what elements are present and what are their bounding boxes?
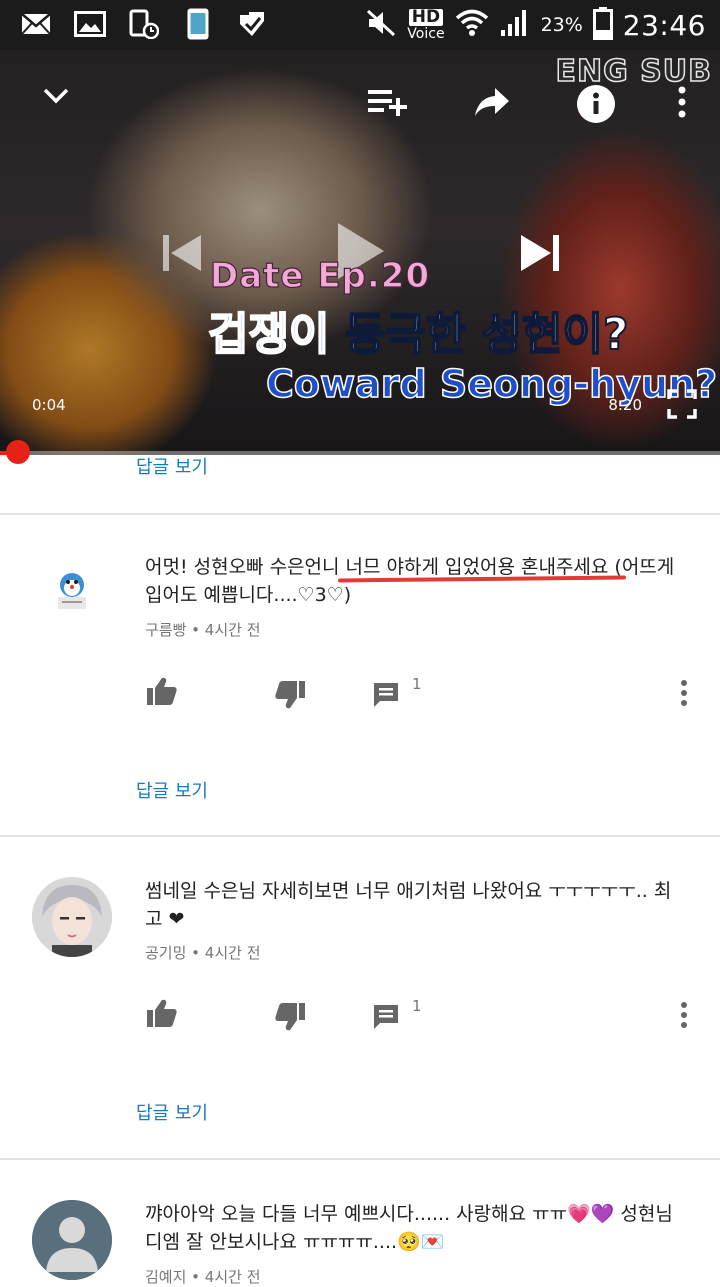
check-app-icon	[236, 8, 268, 40]
info-icon[interactable]	[574, 82, 618, 126]
progress-bar[interactable]	[0, 451, 720, 455]
duration: 8:20	[608, 396, 642, 414]
battery-percent: 23%	[540, 14, 583, 36]
title-highlight: 겁쟁이	[207, 308, 330, 361]
comment-author[interactable]: 김예지	[145, 1268, 186, 1286]
dislike-icon[interactable]	[270, 675, 310, 715]
episode-title: Date Ep.20	[209, 255, 431, 296]
battery-icon	[592, 6, 613, 44]
screenshot-icon	[128, 8, 160, 40]
voice-label: Voice	[407, 26, 445, 42]
comment-meta: 구름빵 • 4시간 전	[145, 621, 261, 639]
status-bar: HD Voice 23% 23:46	[0, 0, 720, 50]
view-replies-link[interactable]: 답글 보기	[136, 1099, 208, 1125]
gallery-icon	[74, 8, 106, 40]
hd-voice-indicator: HD Voice	[407, 9, 445, 42]
like-icon[interactable]	[142, 993, 182, 1033]
notification-icons	[20, 8, 268, 40]
current-time: 0:04	[32, 396, 66, 414]
chevron-down-icon[interactable]	[36, 76, 76, 116]
video-player[interactable]: ENG SUB Date Ep.20 겁쟁이 등극한 성현이? Coward S…	[0, 50, 720, 455]
view-replies-link[interactable]: 답글 보기	[136, 453, 208, 479]
comment-time: 4시간 전	[204, 1268, 261, 1286]
avatar[interactable]	[32, 1200, 112, 1280]
avatar[interactable]	[32, 551, 112, 631]
reply-icon[interactable]	[366, 997, 406, 1037]
phone-icon	[182, 8, 214, 40]
dislike-icon[interactable]	[270, 997, 310, 1037]
comment-meta: 공기밍 • 4시간 전	[145, 944, 261, 962]
next-icon[interactable]	[516, 228, 566, 278]
title-rest: 등극한 성현이?	[329, 308, 630, 361]
comment-author[interactable]: 구름빵	[145, 621, 186, 639]
clock: 23:46	[622, 8, 706, 42]
comment-more-icon[interactable]	[672, 997, 696, 1033]
add-to-playlist-icon[interactable]	[364, 82, 410, 122]
signal-icon	[499, 8, 531, 42]
reply-count: 1	[412, 675, 422, 693]
system-status: HD Voice 23% 23:46	[365, 6, 706, 44]
progress-scrubber[interactable]	[5, 440, 30, 464]
share-icon[interactable]	[470, 80, 514, 124]
fullscreen-icon[interactable]	[662, 384, 702, 424]
comment-item: 어멋! 성현오빠 수은언니 너므 야하게 입었어용 혼내주세요 (어뜨게 입어도…	[0, 515, 720, 835]
like-icon[interactable]	[142, 671, 182, 711]
reply-icon[interactable]	[366, 675, 406, 715]
hd-label: HD	[408, 9, 444, 26]
avatar[interactable]	[32, 877, 112, 957]
comment-time: 4시간 전	[204, 621, 261, 639]
mail-icon	[20, 8, 52, 40]
comment-item: 썸네일 수은님 자세히보면 너무 애기처럼 나왔어요 ㅜㅜㅜㅜㅜ.. 최고 ❤ …	[0, 837, 720, 1157]
comment-text: 꺄아아악 오늘 다들 너무 예쁘시다...... 사랑해요 ㅠㅠ💗💜 성현님 디…	[145, 1203, 673, 1253]
progress-fill	[0, 451, 6, 455]
comment-author[interactable]: 공기밍	[145, 944, 186, 962]
reply-count: 1	[412, 997, 422, 1015]
more-vert-icon[interactable]	[670, 80, 694, 124]
comment-text: 썸네일 수은님 자세히보면 너무 애기처럼 나왔어요 ㅜㅜㅜㅜㅜ.. 최고 ❤	[145, 880, 672, 930]
video-title-korean: 겁쟁이 등극한 성현이?	[207, 298, 630, 362]
comment-meta: 김예지 • 4시간 전	[145, 1268, 261, 1286]
comment-more-icon[interactable]	[672, 675, 696, 711]
view-replies-link[interactable]: 답글 보기	[136, 777, 208, 803]
wifi-icon	[455, 8, 489, 42]
comment-item: 꺄아아악 오늘 다들 너무 예쁘시다...... 사랑해요 ㅠㅠ💗💜 성현님 디…	[0, 1160, 720, 1286]
previous-icon[interactable]	[156, 228, 206, 278]
video-title-english: Coward Seong-hyun?	[265, 361, 718, 407]
comment-time: 4시간 전	[204, 944, 261, 962]
mute-icon	[365, 8, 397, 42]
